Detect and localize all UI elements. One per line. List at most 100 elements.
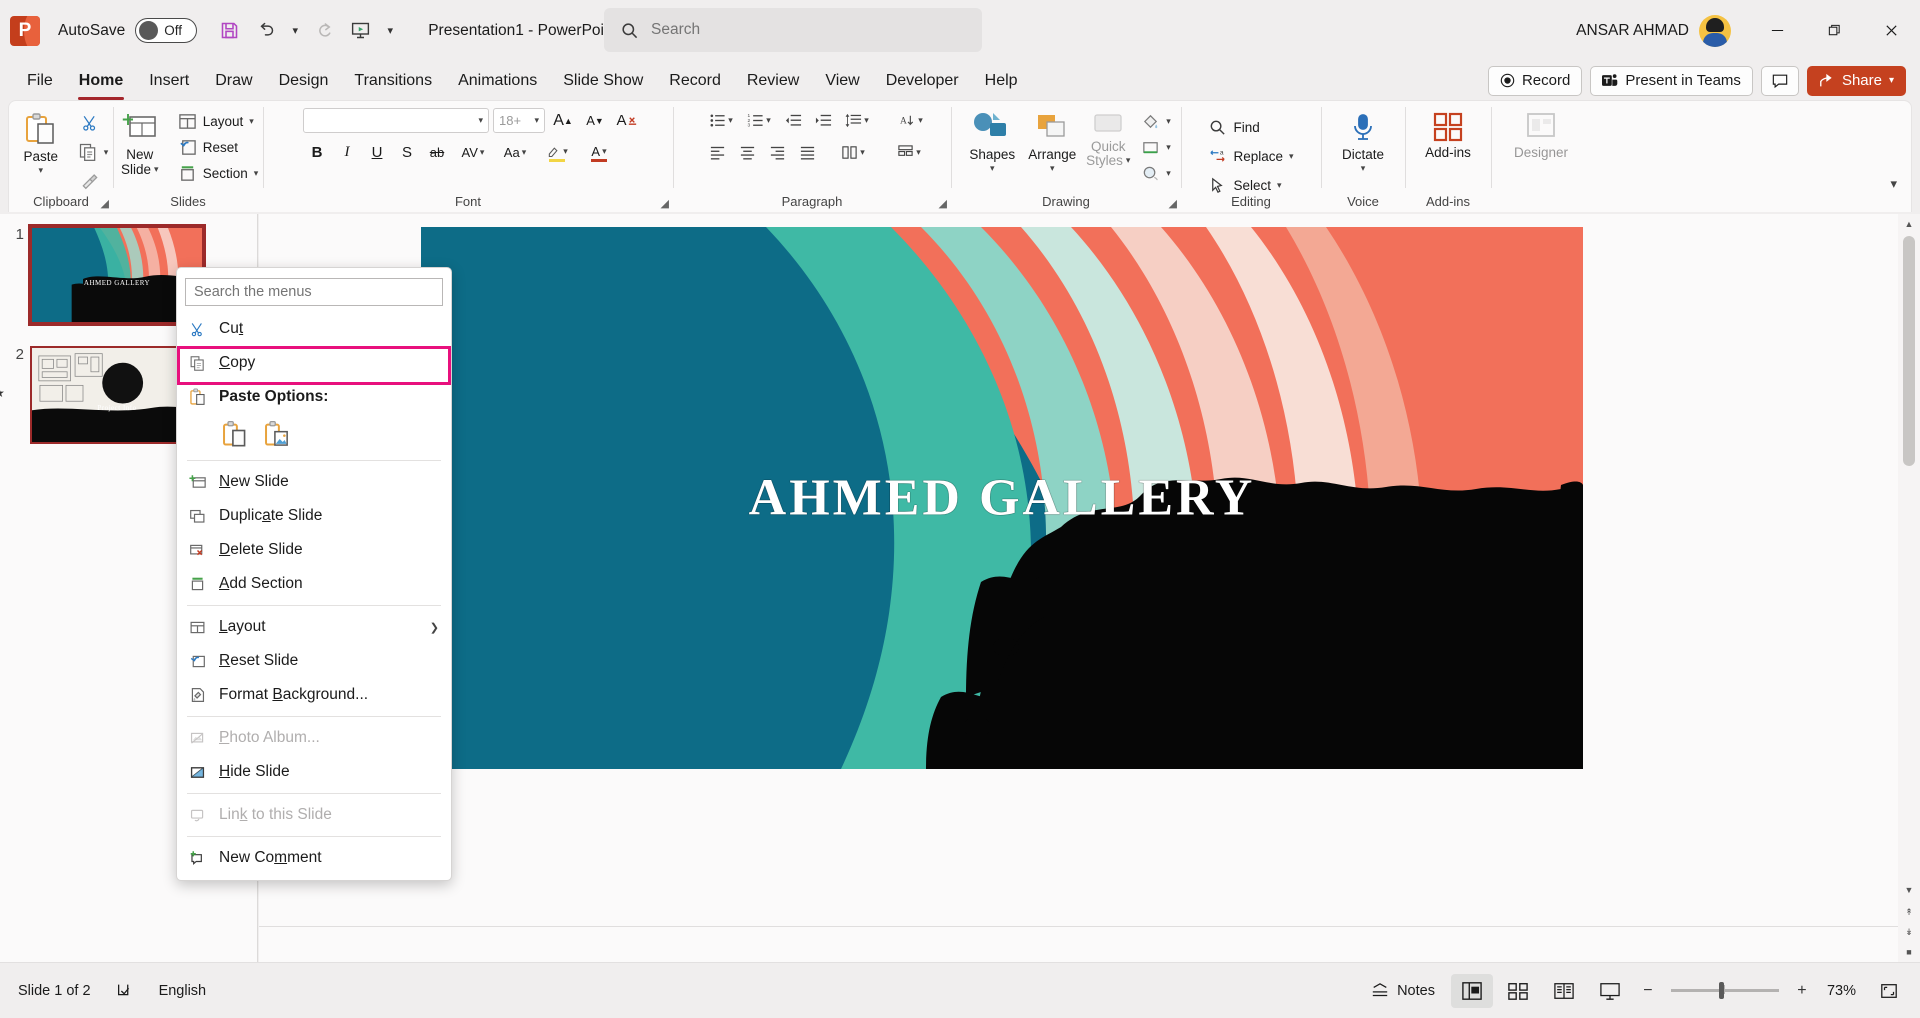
bullets-button[interactable]: ▾ xyxy=(703,107,739,134)
dictate-dropdown-icon[interactable]: ▾ xyxy=(1361,163,1366,174)
reading-view-button[interactable] xyxy=(1543,974,1585,1008)
change-case-button[interactable]: Aa ▾ xyxy=(495,139,535,166)
find-button[interactable]: Find xyxy=(1202,113,1299,141)
bold-button[interactable]: B xyxy=(303,139,331,166)
arrange-dropdown-icon[interactable]: ▾ xyxy=(1050,163,1055,174)
line-spacing-button[interactable]: ▾ xyxy=(839,107,875,134)
scroll-up-icon[interactable]: ▲ xyxy=(1898,214,1920,234)
undo-icon[interactable] xyxy=(249,14,282,47)
align-right-button[interactable] xyxy=(763,139,791,166)
tab-transitions[interactable]: Transitions xyxy=(341,68,445,94)
designer-button[interactable]: Designer xyxy=(1503,107,1579,161)
context-menu-item-new-comment[interactable]: New Comment xyxy=(177,841,451,875)
section-dropdown-icon[interactable]: ▾ xyxy=(254,168,259,179)
tab-view[interactable]: View xyxy=(812,68,872,94)
language-button[interactable]: English xyxy=(147,973,219,1009)
italic-button[interactable]: I xyxy=(333,139,361,166)
zoom-out-button[interactable]: − xyxy=(1635,978,1661,1004)
redo-icon[interactable] xyxy=(308,14,341,47)
text-highlight-button[interactable]: ▾ xyxy=(537,139,577,166)
tab-draw[interactable]: Draw xyxy=(202,68,265,94)
replace-button[interactable]: a Replace ▾ xyxy=(1202,142,1299,170)
tab-insert[interactable]: Insert xyxy=(136,68,202,94)
context-menu-item-layout[interactable]: Layout ❯ xyxy=(177,610,451,644)
paste-button[interactable]: Paste ▾ xyxy=(10,107,72,176)
context-menu-item-duplicate-slide[interactable]: Duplicate Slide xyxy=(177,499,451,533)
tab-record[interactable]: Record xyxy=(656,68,734,94)
new-slide-button[interactable]: New Slide ▾ xyxy=(112,107,168,177)
text-shadow-button[interactable]: S xyxy=(393,139,421,166)
zoom-in-button[interactable]: + xyxy=(1789,978,1815,1004)
text-direction-button[interactable]: A ▾ xyxy=(893,107,929,134)
clear-formatting-button[interactable]: A xyxy=(613,107,641,134)
shapes-button[interactable]: Shapes ▾ xyxy=(961,107,1023,174)
collapse-ribbon-icon[interactable]: ▾ xyxy=(1890,176,1897,192)
tab-slide-show[interactable]: Slide Show xyxy=(550,68,656,94)
layout-button[interactable]: Layout ▾ xyxy=(172,109,265,134)
tab-file[interactable]: File xyxy=(14,68,66,94)
convert-smartart-button[interactable]: ▾ xyxy=(891,139,927,166)
context-menu-item-cut[interactable]: Cut xyxy=(177,312,451,346)
slide-sorter-button[interactable] xyxy=(1497,974,1539,1008)
tab-design[interactable]: Design xyxy=(266,68,342,94)
zoom-level-button[interactable]: 73% xyxy=(1819,973,1864,1009)
slide-indicator[interactable]: Slide 1 of 2 xyxy=(6,973,103,1009)
slide-title-text[interactable]: AHMED GALLERY xyxy=(421,469,1583,528)
decrease-font-size-button[interactable]: A ▼ xyxy=(581,107,609,134)
paste-use-destination-theme-button[interactable] xyxy=(219,418,251,450)
normal-view-button[interactable] xyxy=(1450,973,1493,1008)
increase-indent-button[interactable] xyxy=(809,107,837,134)
menu-search-input[interactable] xyxy=(194,284,434,300)
font-name-box[interactable]: ▾ xyxy=(303,108,489,133)
record-button[interactable]: Record xyxy=(1487,65,1583,96)
shape-effects-button[interactable]: ▾ xyxy=(1137,161,1175,186)
search-box[interactable] xyxy=(604,8,982,52)
restore-button[interactable] xyxy=(1806,0,1863,61)
notes-button[interactable]: Notes xyxy=(1358,973,1447,1009)
tab-help[interactable]: Help xyxy=(972,68,1031,94)
menu-search-box[interactable] xyxy=(185,278,443,306)
tab-review[interactable]: Review xyxy=(734,68,812,94)
font-color-button[interactable]: A ▾ xyxy=(579,139,619,166)
shape-outline-button[interactable]: ▾ xyxy=(1137,135,1175,160)
copy-dropdown-icon[interactable]: ▾ xyxy=(104,147,109,158)
next-slide-icon[interactable]: ↡ xyxy=(1898,922,1920,942)
columns-button[interactable]: ▾ xyxy=(833,139,873,166)
tab-animations[interactable]: Animations xyxy=(445,68,550,94)
increase-font-size-button[interactable]: A ▲ xyxy=(549,107,577,134)
start-presentation-icon[interactable] xyxy=(344,14,377,47)
present-in-teams-button[interactable]: Present in Teams xyxy=(1590,65,1753,96)
drawing-dialog-launcher[interactable]: ◢ xyxy=(1169,197,1177,210)
clipboard-dialog-launcher[interactable]: ◢ xyxy=(101,197,109,210)
font-dialog-launcher[interactable]: ◢ xyxy=(661,197,669,210)
arrange-button[interactable]: Arrange ▾ xyxy=(1023,107,1081,174)
autosave-toggle[interactable]: Off xyxy=(135,18,198,43)
align-center-button[interactable] xyxy=(733,139,761,166)
slide-canvas-area[interactable]: AHMED GALLERY xyxy=(259,214,1898,962)
slide-show-button[interactable] xyxy=(1589,974,1631,1008)
scrollbar-thumb[interactable] xyxy=(1903,236,1915,466)
tab-developer[interactable]: Developer xyxy=(873,68,972,94)
close-button[interactable] xyxy=(1863,0,1920,61)
search-input[interactable] xyxy=(651,21,951,39)
spell-check-button[interactable] xyxy=(103,973,147,1009)
shapes-dropdown-icon[interactable]: ▾ xyxy=(990,163,995,174)
context-menu-item-copy[interactable]: Copy xyxy=(177,346,451,380)
save-icon[interactable] xyxy=(213,14,246,47)
replace-dropdown-icon[interactable]: ▾ xyxy=(1289,151,1294,162)
font-name-dropdown-icon[interactable]: ▾ xyxy=(478,115,483,126)
thumbnail-item-1[interactable]: 1 AHMED GALLERY xyxy=(8,224,206,326)
minimize-button[interactable] xyxy=(1749,0,1806,61)
add-ins-button[interactable]: Add-ins xyxy=(1415,107,1481,161)
underline-button[interactable]: U xyxy=(363,139,391,166)
layout-dropdown-icon[interactable]: ▾ xyxy=(249,116,254,127)
copy-button[interactable]: ▾ xyxy=(74,138,113,166)
format-painter-button[interactable] xyxy=(74,167,113,193)
font-size-box[interactable]: 18+ ▾ xyxy=(493,108,545,133)
paste-dropdown-icon[interactable]: ▾ xyxy=(38,165,43,176)
context-menu-item-hide-slide[interactable]: Hide Slide xyxy=(177,755,451,789)
zoom-slider-track[interactable] xyxy=(1670,982,1779,999)
select-dropdown-icon[interactable]: ▾ xyxy=(1277,180,1282,191)
slide-context-menu[interactable]: Cut Copy Pas xyxy=(176,267,452,881)
context-menu-item-new-slide[interactable]: New Slide xyxy=(177,465,451,499)
